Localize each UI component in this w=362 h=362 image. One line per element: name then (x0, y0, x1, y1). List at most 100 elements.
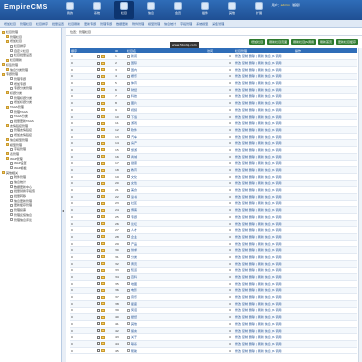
order-value[interactable]: 0 (71, 155, 73, 159)
ops-links[interactable]: 修改 复制 删除 | 刷新 信息 JS 调用 (235, 81, 281, 85)
category-link[interactable]: 其他 (130, 322, 137, 326)
ops-links[interactable]: 修改 复制 删除 | 刷新 信息 JS 调用 (235, 268, 281, 272)
ops-cell[interactable]: 修改 复制 删除 | 刷新 信息 JS 调用 (234, 153, 357, 161)
select-cell[interactable] (96, 193, 114, 201)
ops-cell[interactable]: 修改 复制 删除 | 刷新 信息 JS 调用 (234, 300, 357, 308)
order-value[interactable]: 0 (71, 322, 73, 326)
subnav-link[interactable]: 模型管理 (148, 22, 160, 26)
order-cell[interactable]: 0 (70, 180, 96, 188)
ops-links[interactable]: 修改 复制 删除 | 刷新 信息 JS 调用 (235, 128, 281, 132)
order-cell[interactable]: 0 (70, 59, 96, 67)
top-nav-item[interactable]: 其他 (222, 1, 242, 19)
ops-cell[interactable]: 修改 复制 删除 | 刷新 信息 JS 调用 (234, 206, 357, 214)
select-cell[interactable] (96, 99, 114, 107)
order-value[interactable]: 0 (71, 115, 73, 119)
category-link[interactable]: 企业 (130, 235, 137, 239)
ops-cell[interactable]: 修改 复制 删除 | 刷新 信息 JS 调用 (234, 73, 357, 81)
category-link[interactable]: 社区 (130, 201, 137, 205)
order-cell[interactable]: 0 (70, 273, 96, 281)
collapse-icon[interactable] (97, 61, 100, 65)
order-cell[interactable]: 0 (70, 233, 96, 241)
ops-links[interactable]: 修改 复制 删除 | 刷新 信息 JS 调用 (235, 235, 281, 239)
select-cell[interactable] (96, 133, 114, 141)
ops-links[interactable]: 修改 复制 删除 | 刷新 信息 JS 调用 (235, 335, 281, 339)
collapse-icon[interactable] (97, 128, 100, 132)
order-value[interactable]: 0 (71, 222, 73, 226)
order-cell[interactable]: 0 (70, 66, 96, 74)
category-link[interactable]: 笑话 (130, 308, 137, 312)
order-value[interactable]: 0 (71, 235, 73, 239)
select-cell[interactable] (96, 73, 114, 81)
order-cell[interactable]: 0 (70, 206, 96, 214)
select-cell[interactable] (96, 240, 114, 248)
order-value[interactable]: 0 (71, 175, 73, 179)
ops-links[interactable]: 修改 复制 删除 | 刷新 信息 JS 调用 (235, 329, 281, 333)
collapse-icon[interactable] (97, 255, 100, 259)
collapse-icon[interactable] (97, 148, 100, 152)
ops-links[interactable]: 修改 复制 删除 | 刷新 信息 JS 调用 (235, 275, 281, 279)
category-link[interactable]: 科技 (130, 94, 137, 98)
order-cell[interactable]: 0 (70, 99, 96, 107)
order-cell[interactable]: 0 (70, 313, 96, 321)
ops-cell[interactable]: 修改 复制 删除 | 刷新 信息 JS 调用 (234, 233, 357, 241)
ops-links[interactable]: 修改 复制 删除 | 刷新 信息 JS 调用 (235, 322, 281, 326)
order-cell[interactable]: 0 (70, 173, 96, 181)
ops-cell[interactable]: 修改 复制 删除 | 刷新 信息 JS 调用 (234, 333, 357, 342)
category-link[interactable]: 财经 (130, 88, 137, 92)
category-link[interactable]: 国内 (130, 68, 137, 72)
toolbar-button[interactable]: 更新栏目缓存 (335, 39, 358, 45)
category-link[interactable]: 供求 (130, 248, 137, 252)
order-value[interactable]: 0 (71, 61, 73, 65)
ops-links[interactable]: 修改 复制 删除 | 刷新 信息 JS 调用 (235, 342, 281, 346)
select-cell[interactable] (96, 347, 114, 355)
ops-links[interactable]: 修改 复制 删除 | 刷新 信息 JS 调用 (235, 308, 281, 312)
category-link[interactable]: 图片 (130, 101, 137, 105)
ops-links[interactable]: 修改 复制 删除 | 刷新 信息 JS 调用 (235, 61, 281, 65)
order-value[interactable]: 0 (71, 108, 73, 112)
ops-links[interactable]: 修改 复制 删除 | 刷新 信息 JS 调用 (235, 282, 281, 286)
collapse-icon[interactable] (97, 322, 100, 326)
order-cell[interactable]: 0 (70, 333, 96, 342)
ops-links[interactable]: 修改 复制 删除 | 刷新 信息 JS 调用 (235, 288, 281, 292)
select-cell[interactable] (96, 180, 114, 188)
ops-links[interactable]: 修改 复制 删除 | 刷新 信息 JS 调用 (235, 188, 281, 192)
ops-cell[interactable]: 修改 复制 删除 | 刷新 信息 JS 调用 (234, 79, 357, 87)
ops-cell[interactable]: 修改 复制 删除 | 刷新 信息 JS 调用 (234, 240, 357, 248)
order-value[interactable]: 0 (71, 262, 73, 266)
order-cell[interactable]: 0 (70, 200, 96, 208)
collapse-icon[interactable] (97, 329, 100, 333)
select-cell[interactable] (96, 173, 114, 181)
scrollbar[interactable] (358, 48, 362, 362)
ops-links[interactable]: 修改 复制 删除 | 刷新 信息 JS 调用 (235, 315, 281, 319)
order-cell[interactable]: 0 (70, 160, 96, 168)
collapse-icon[interactable] (97, 168, 100, 172)
ops-cell[interactable]: 修改 复制 删除 | 刷新 信息 JS 调用 (234, 180, 357, 188)
order-value[interactable]: 0 (71, 349, 73, 353)
category-link[interactable]: 读书 (130, 195, 137, 199)
toolbar-button[interactable]: 刷新栏目页面 (267, 39, 290, 45)
collapse-icon[interactable] (97, 195, 100, 199)
order-cell[interactable]: 0 (70, 106, 96, 114)
ops-cell[interactable]: 修改 复制 删除 | 刷新 信息 JS 调用 (234, 119, 357, 128)
select-cell[interactable] (96, 66, 114, 74)
collapse-icon[interactable] (97, 161, 100, 165)
select-cell[interactable] (96, 200, 114, 208)
order-value[interactable]: 0 (71, 181, 73, 185)
category-link[interactable]: 美食 (130, 188, 137, 192)
ops-links[interactable]: 修改 复制 删除 | 刷新 信息 JS 调用 (235, 115, 281, 119)
category-link[interactable]: 人才 (130, 228, 137, 232)
ops-links[interactable]: 修改 复制 删除 | 刷新 信息 JS 调用 (235, 88, 281, 92)
order-cell[interactable]: 0 (70, 246, 96, 255)
ops-links[interactable]: 修改 复制 删除 | 刷新 信息 JS 调用 (235, 121, 281, 125)
category-link[interactable]: 教育 (130, 168, 137, 172)
collapse-icon[interactable] (97, 215, 100, 219)
collapse-icon[interactable] (97, 335, 100, 339)
select-cell[interactable] (96, 146, 114, 154)
order-cell[interactable]: 0 (70, 146, 96, 154)
order-cell[interactable]: 0 (70, 300, 96, 308)
select-cell[interactable] (96, 93, 114, 101)
collapse-icon[interactable] (97, 288, 100, 292)
ops-cell[interactable]: 修改 复制 删除 | 刷新 信息 JS 调用 (234, 106, 357, 114)
collapse-icon[interactable] (97, 275, 100, 279)
ops-links[interactable]: 修改 复制 删除 | 刷新 信息 JS 调用 (235, 135, 281, 139)
